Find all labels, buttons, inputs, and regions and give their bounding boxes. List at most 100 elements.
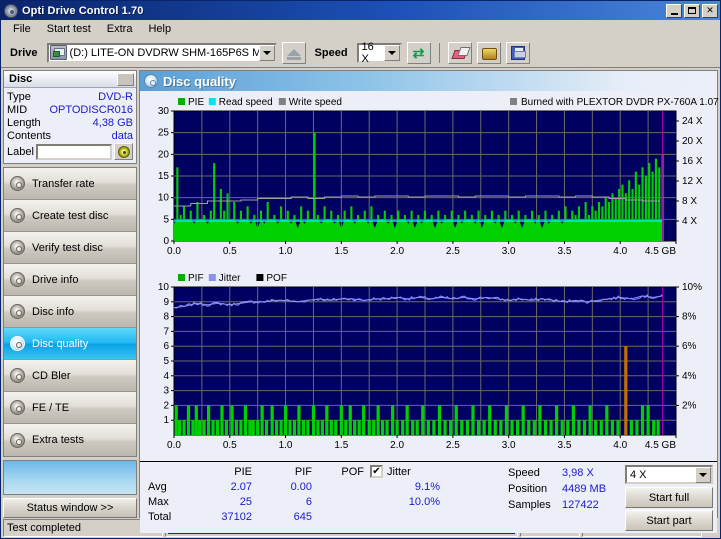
quality-button[interactable] (476, 41, 501, 64)
svg-text:16 X: 16 X (682, 156, 703, 167)
stats-avg-jitter: 9.1% (414, 480, 440, 493)
svg-text:1: 1 (163, 415, 169, 426)
summary-samples-value: 127422 (562, 499, 599, 511)
sidebar-item-label: Transfer rate (32, 177, 95, 190)
svg-text:4.0: 4.0 (613, 246, 627, 257)
disc-panel-header: Disc (4, 71, 136, 88)
stats-row-max: Max 25 6 10.0% (148, 494, 500, 509)
window-controls: ✕ (666, 3, 718, 18)
disc-row-type: Type DVD-R (7, 90, 133, 103)
svg-text:2: 2 (163, 400, 169, 411)
svg-text:8%: 8% (682, 312, 697, 323)
svg-text:9: 9 (163, 297, 169, 308)
sidebar-item-extra-tests[interactable]: Extra tests (4, 424, 136, 456)
svg-text:2.0: 2.0 (390, 440, 404, 451)
speed-select[interactable]: 16 X (356, 41, 402, 65)
disc-info-panel: Disc Type DVD-R MID OPTODISCR016 Length … (3, 70, 137, 164)
summary-row-position: Position 4489 MB (508, 481, 625, 497)
sidebar-item-disc-quality[interactable]: Disc quality (4, 328, 136, 360)
title-bar: Opti Drive Control 1.70 ✕ (1, 1, 720, 20)
minimize-button[interactable] (666, 3, 682, 18)
save-button[interactable] (505, 41, 530, 64)
svg-text:PIF: PIF (188, 273, 204, 284)
drive-select-chevron-down-icon[interactable] (258, 44, 275, 61)
svg-text:PIE: PIE (188, 97, 204, 108)
svg-text:20: 20 (158, 149, 170, 160)
svg-text:3.5: 3.5 (557, 246, 571, 257)
summary-row-samples: Samples 127422 (508, 497, 625, 513)
stats-avg-pie: 2.07 (230, 480, 252, 493)
svg-text:4.5 GB: 4.5 GB (645, 246, 676, 257)
disc-icon (10, 336, 25, 351)
sidebar-item-transfer-rate[interactable]: Transfer rate (4, 168, 136, 200)
sidebar-item-label: Extra tests (32, 434, 84, 446)
disc-icon (10, 368, 25, 383)
svg-text:25: 25 (158, 128, 170, 139)
disc-label-input[interactable] (35, 143, 112, 160)
status-message: Test completed (3, 519, 163, 537)
svg-text:0.0: 0.0 (167, 246, 181, 257)
sidebar-item-fe-te[interactable]: FE / TE (4, 392, 136, 424)
sidebar-item-disc-info[interactable]: Disc info (4, 296, 136, 328)
sidebar-item-verify-test-disc[interactable]: Verify test disc (4, 232, 136, 264)
scan-speed-select[interactable]: 4 X (625, 465, 713, 484)
stats-max-jitter: 10.0% (408, 495, 440, 508)
menu-help[interactable]: Help (140, 21, 179, 37)
drive-select[interactable]: (D:) LITE-ON DVDRW SHM-165P6S MS0F (46, 42, 277, 63)
stats-max-pif: 6 (305, 495, 312, 508)
disc-icon (10, 208, 25, 223)
toolbar-divider (438, 42, 440, 63)
svg-text:20 X: 20 X (682, 136, 703, 147)
toolbar: Drive (D:) LITE-ON DVDRW SHM-165P6S MS0F… (1, 38, 720, 68)
svg-text:10%: 10% (682, 282, 702, 293)
sidebar-item-create-test-disc[interactable]: Create test disc (4, 200, 136, 232)
summary-speed-value: 3,98 X (562, 467, 594, 479)
svg-text:4 X: 4 X (682, 216, 697, 227)
disc-label-label: Label (7, 145, 34, 158)
nav-list: Transfer rate Create test disc Verify te… (3, 167, 137, 457)
speed-select-chevron-down-icon[interactable] (383, 44, 400, 61)
erase-button[interactable] (447, 41, 472, 64)
disc-row-contents: Contents data (7, 129, 133, 142)
stats-row-total: Total 37102 645 (148, 509, 500, 524)
start-part-button[interactable]: Start part (625, 510, 713, 531)
svg-text:0.0: 0.0 (167, 440, 181, 451)
sidebar-item-drive-info[interactable]: Drive info (4, 264, 136, 296)
close-button[interactable]: ✕ (702, 3, 718, 18)
svg-text:Read speed: Read speed (219, 97, 273, 108)
menu-extra[interactable]: Extra (99, 21, 141, 37)
stats-total-label: Total (148, 510, 172, 523)
sidebar-item-label: Drive info (32, 273, 79, 286)
start-full-button[interactable]: Start full (625, 487, 713, 508)
scan-speed-chevron-down-icon[interactable] (695, 466, 711, 483)
sidebar-item-cd-bler[interactable]: CD Bler (4, 360, 136, 392)
eject-icon (286, 49, 301, 60)
sidebar-item-label: Disc info (32, 305, 75, 318)
svg-text:24 X: 24 X (682, 116, 703, 127)
svg-text:1.5: 1.5 (334, 440, 348, 451)
svg-text:4: 4 (163, 371, 169, 382)
svg-text:8: 8 (163, 312, 169, 323)
maximize-button[interactable] (684, 3, 700, 18)
app-icon (4, 3, 18, 18)
jitter-checkbox[interactable]: ✔ (370, 465, 383, 478)
eraser-icon (452, 46, 468, 60)
refresh-button[interactable]: ⇄ (406, 41, 431, 64)
disc-panel-indicator (117, 72, 134, 86)
stats-header-jitter: Jitter (387, 465, 411, 478)
menu-file[interactable]: File (5, 21, 39, 37)
menu-start-test[interactable]: Start test (39, 21, 99, 37)
summary-position-label: Position (508, 483, 548, 495)
error-stats-table: PIE PIF POF ✔ Jitter Avg 2.07 0.00 9.1% (140, 462, 500, 533)
sidebar-item-label: FE / TE (32, 401, 70, 414)
svg-text:1.5: 1.5 (334, 246, 348, 257)
drive-label: Drive (10, 46, 38, 59)
disc-mid-label: MID (7, 103, 28, 116)
svg-text:10: 10 (158, 282, 170, 293)
status-window-button[interactable]: Status window >> (3, 498, 137, 518)
disc-label-button[interactable] (114, 143, 133, 160)
eject-button[interactable] (281, 41, 306, 64)
stats-avg-label: Avg (148, 480, 167, 493)
disc-info-rows: Type DVD-R MID OPTODISCR016 Length 4,38 … (4, 88, 136, 163)
svg-text:12 X: 12 X (682, 176, 703, 187)
